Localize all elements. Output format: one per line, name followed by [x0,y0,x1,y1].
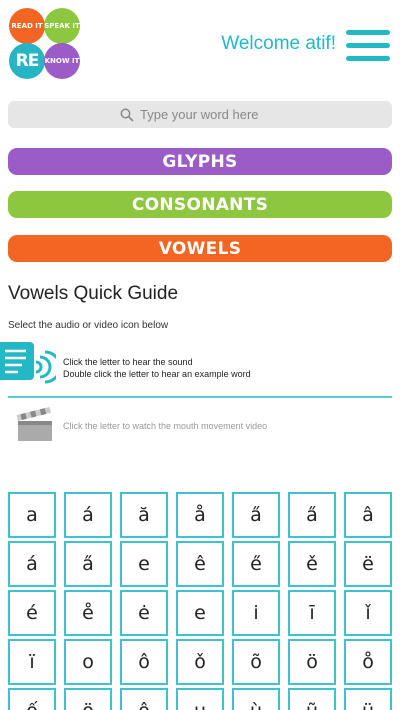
video-guide-row: Click the letter to watch the mouth move… [0,404,400,448]
guide-title: Vowels Quick Guide [8,283,179,304]
logo-know-it: KNOW IT [44,43,80,79]
app-header: READ IT SPEAK IT RE KNOW IT Welcome atif… [0,0,400,92]
vowel-cell[interactable]: ï [8,639,56,685]
vowel-cell[interactable]: ố [8,688,56,710]
vowel-cell[interactable]: ö [288,639,336,685]
vowel-cell[interactable]: ê [176,541,224,587]
logo-read-it: READ IT [9,8,45,44]
search-input[interactable] [140,107,280,122]
welcome-text: Welcome atif! [221,33,336,54]
vowel-cell[interactable]: u [176,688,224,710]
vowel-cell[interactable]: o [64,639,112,685]
audio-instruction-1: Click the letter to hear the sound [63,357,193,367]
vowel-cell[interactable]: ô [120,688,168,710]
vowel-cell[interactable]: ũ [288,688,336,710]
audio-instructions: Click the letter to hear the sound Doubl… [63,356,251,380]
video-instructions: Click the letter to watch the mouth move… [63,421,268,431]
search-bar[interactable] [8,101,392,128]
vowel-cell[interactable]: õ [232,639,280,685]
hamburger-menu-button[interactable] [346,30,390,62]
hamburger-icon [346,30,390,35]
vowel-cell[interactable]: ī [288,590,336,636]
vowel-cell[interactable]: á [64,492,112,538]
vowel-cell[interactable]: a̋ [64,541,112,587]
vowels-button[interactable]: VOWELS [8,235,392,262]
clapperboard-icon[interactable] [16,406,54,444]
vowel-cell[interactable]: ǐ [344,590,392,636]
divider [8,396,392,398]
vowel-cell[interactable]: á [8,541,56,587]
vowel-cell[interactable]: ô [120,639,168,685]
vowel-cell[interactable]: ö [64,688,112,710]
audio-instruction-2: Double click the letter to hear an examp… [63,369,251,379]
vowel-cell[interactable]: å [176,492,224,538]
hamburger-icon-bar [346,56,390,61]
vowel-cell[interactable]: â [344,492,392,538]
vowel-cell[interactable]: ù [232,688,280,710]
vowel-cell[interactable]: e̋ [232,541,280,587]
guide-subtitle: Select the audio or video icon below [8,320,169,331]
audio-speaker-icon[interactable] [0,338,56,386]
vowel-cell[interactable]: ë [344,541,392,587]
vowel-cell[interactable]: ě [288,541,336,587]
vowel-cell[interactable]: i [232,590,280,636]
vowel-cell[interactable]: a [8,492,56,538]
vowel-cell[interactable]: ü [344,688,392,710]
vowel-cell[interactable]: e̊ [64,590,112,636]
consonants-button[interactable]: CONSONANTS [8,191,392,218]
vowel-cell[interactable]: ǒ [176,639,224,685]
search-icon [120,108,134,122]
vowel-cell[interactable]: a̋ [232,492,280,538]
read-it-speak-it-logo[interactable]: READ IT SPEAK IT RE KNOW IT [9,8,81,80]
glyphs-button[interactable]: GLYPHS [8,148,392,175]
vowel-grid: aáăåa̋a̋âáa̋eêe̋ěëée̊ėeiīǐïoôǒõöo̊ốöôuùũ… [8,492,392,710]
logo-re: RE [9,43,45,79]
vowel-cell[interactable]: e [176,590,224,636]
vowel-cell[interactable]: o̊ [344,639,392,685]
vowel-cell[interactable]: a̋ [288,492,336,538]
vowel-cell[interactable]: ă [120,492,168,538]
hamburger-icon-bar [346,43,390,48]
logo-speak-it: SPEAK IT [44,8,80,44]
vowel-cell[interactable]: é [8,590,56,636]
logo-re-text: RE [15,51,40,71]
audio-guide-row: Click the letter to hear the sound Doubl… [0,336,400,390]
vowel-cell[interactable]: e [120,541,168,587]
vowel-cell[interactable]: ė [120,590,168,636]
